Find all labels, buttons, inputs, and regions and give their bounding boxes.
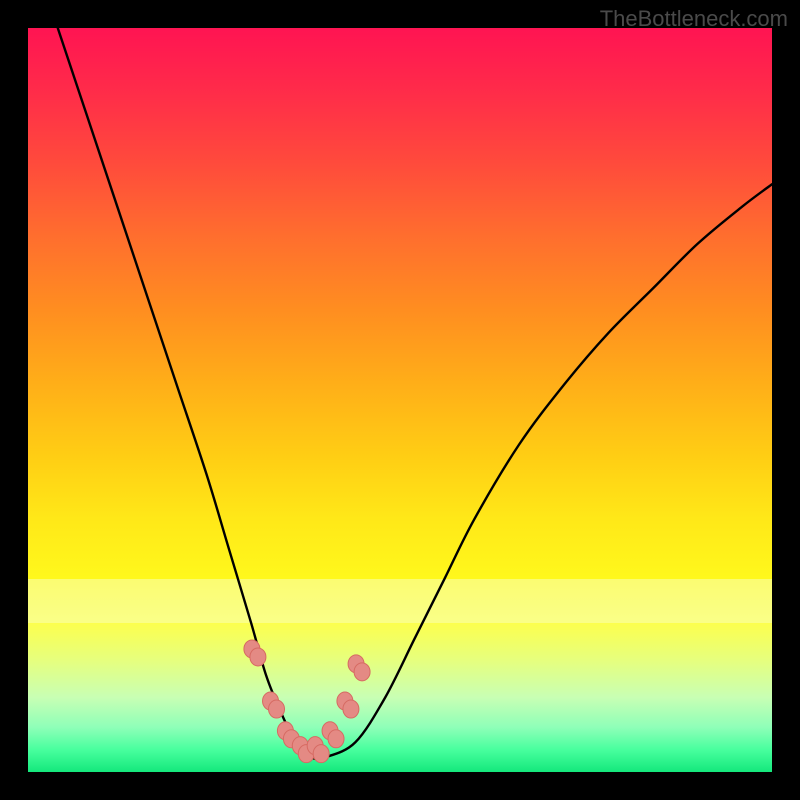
marker [337,692,359,718]
watermark-text: TheBottleneck.com [600,6,788,32]
highlight-markers [244,640,370,763]
chart-plot-area [28,28,772,772]
bottleneck-curve [58,28,772,759]
marker [263,692,285,718]
marker [348,655,370,681]
chart-svg [28,28,772,772]
marker [244,640,266,666]
marker [322,722,344,748]
